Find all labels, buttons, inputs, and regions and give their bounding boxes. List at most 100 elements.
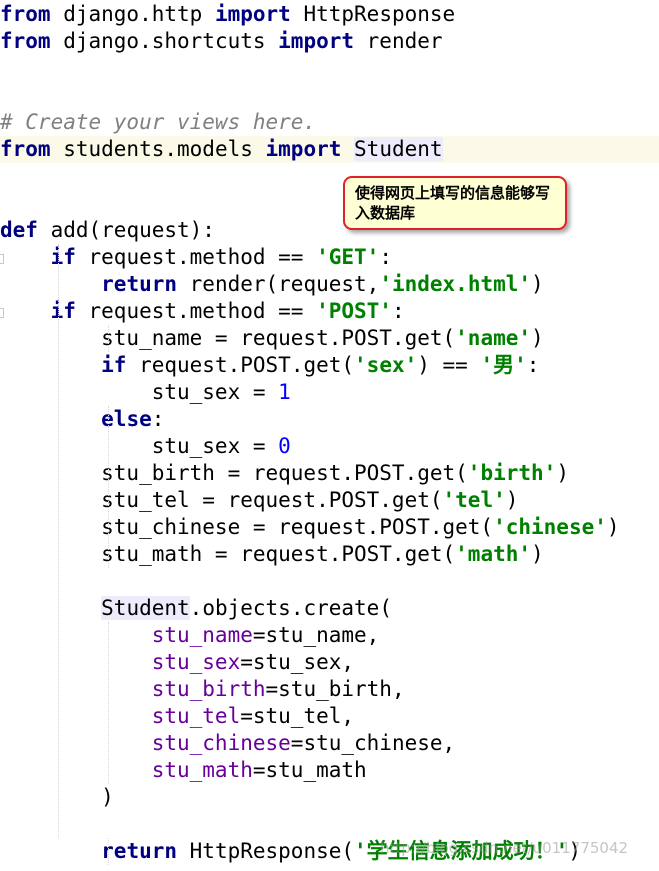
code-string: 'chinese' <box>493 515 607 539</box>
code-token: stu_sex = <box>0 380 279 404</box>
code-string: 'math' <box>455 542 532 566</box>
code-line[interactable]: if request.method == 'POST': <box>0 298 659 325</box>
code-token: 0 <box>278 434 291 458</box>
code-line[interactable]: stu_sex = 1 <box>0 379 659 406</box>
code-string: 'sex' <box>354 353 418 377</box>
code-line[interactable]: stu_birth=stu_birth, <box>0 676 659 703</box>
code-keyword: import <box>265 137 342 161</box>
code-line[interactable]: stu_sex=stu_sex, <box>0 649 659 676</box>
code-token: =stu_sex, <box>240 650 355 674</box>
code-token: stu_birth = request.POST.get( <box>0 461 468 485</box>
code-line[interactable]: return render(request,'index.html') <box>0 271 659 298</box>
code-token: request.method == <box>75 299 317 323</box>
code-editor[interactable]: from django.http import HttpResponse from… <box>0 0 659 871</box>
code-token: 1 <box>278 380 291 404</box>
code-token: : <box>391 299 405 323</box>
code-line[interactable]: else: <box>0 406 659 433</box>
code-keyword: return <box>101 272 178 296</box>
code-keyword: if <box>101 353 127 377</box>
code-line[interactable]: stu_name = request.POST.get('name') <box>0 325 659 352</box>
code-token: =stu_name, <box>252 623 380 647</box>
code-line[interactable]: if request.method == 'GET': <box>0 244 659 271</box>
code-line[interactable]: from students.models import Student <box>0 136 659 163</box>
code-line[interactable] <box>0 82 659 109</box>
code-token: stu_name <box>151 623 253 647</box>
code-token: Student <box>354 137 443 161</box>
indent-guide <box>108 622 109 784</box>
code-line[interactable]: stu_math=stu_math <box>0 757 659 784</box>
code-line[interactable]: # Create your views here. <box>0 109 659 136</box>
code-token: stu_math = request.POST.get( <box>0 542 456 566</box>
code-string: 'tel' <box>442 488 506 512</box>
watermark: http://blog.csdn.net/u011775042 <box>380 839 629 857</box>
indent-guide <box>108 325 109 352</box>
code-token: stu_tel = request.POST.get( <box>0 488 443 512</box>
indent-guide <box>58 244 59 838</box>
code-string: 'birth' <box>467 461 557 485</box>
code-line[interactable]: stu_name=stu_name, <box>0 622 659 649</box>
code-token: =stu_tel, <box>240 704 355 728</box>
code-token: add(request): <box>37 218 215 242</box>
code-string: 'GET' <box>316 245 380 269</box>
code-keyword: from <box>0 137 51 161</box>
code-keyword: from <box>0 29 51 53</box>
code-line[interactable]: stu_tel=stu_tel, <box>0 703 659 730</box>
code-line[interactable]: Student.objects.create( <box>0 595 659 622</box>
code-line[interactable]: stu_chinese = request.POST.get('chinese'… <box>0 514 659 541</box>
code-token: django.shortcuts <box>50 29 279 53</box>
code-token: =stu_chinese, <box>290 731 456 755</box>
code-line[interactable]: stu_birth = request.POST.get('birth') <box>0 460 659 487</box>
code-token: ) <box>556 461 569 485</box>
code-string: 'index.html' <box>379 272 532 296</box>
code-line[interactable] <box>0 568 659 595</box>
code-token: stu_sex = <box>0 434 279 458</box>
fold-marker-icon[interactable] <box>0 254 4 264</box>
code-line[interactable]: from django.http import HttpResponse <box>0 1 659 28</box>
code-keyword: import <box>278 29 355 53</box>
code-comment: # Create your views here. <box>0 110 317 134</box>
code-token: .objects.create( <box>189 596 392 620</box>
code-line[interactable]: stu_tel = request.POST.get('tel') <box>0 487 659 514</box>
code-token: ) <box>531 326 544 350</box>
code-keyword: if <box>50 245 76 269</box>
code-token: ) <box>0 785 114 809</box>
annotation-note: 使得网页上填写的信息能够写入数据库 <box>343 176 567 230</box>
code-line[interactable]: stu_math = request.POST.get('math') <box>0 541 659 568</box>
code-token: stu_name = request.POST.get( <box>0 326 456 350</box>
code-token: : <box>379 245 392 269</box>
code-token: stu_sex <box>151 650 241 674</box>
code-token: ) <box>606 515 620 539</box>
code-token: Student <box>101 596 190 620</box>
code-token: ) <box>505 488 519 512</box>
code-line[interactable]: stu_chinese=stu_chinese, <box>0 730 659 757</box>
code-line[interactable]: stu_sex = 0 <box>0 433 659 460</box>
code-line[interactable]: if request.POST.get('sex') == '男': <box>0 352 659 379</box>
code-token: =stu_birth, <box>265 677 405 701</box>
code-keyword: import <box>214 2 291 26</box>
code-token: django.http <box>50 2 215 26</box>
code-token: request.method == <box>75 245 317 269</box>
code-line[interactable]: from django.shortcuts import render <box>0 28 659 55</box>
code-keyword: def <box>0 218 38 242</box>
code-token: : <box>151 407 165 431</box>
code-token: HttpResponse( <box>177 839 355 863</box>
code-line[interactable] <box>0 811 659 838</box>
code-line[interactable]: ) <box>0 784 659 811</box>
code-token: students.models <box>50 137 266 161</box>
code-token: render(request, <box>177 272 380 296</box>
fold-marker-icon[interactable] <box>0 308 4 318</box>
code-string: '男' <box>480 353 527 377</box>
code-line[interactable] <box>0 55 659 82</box>
